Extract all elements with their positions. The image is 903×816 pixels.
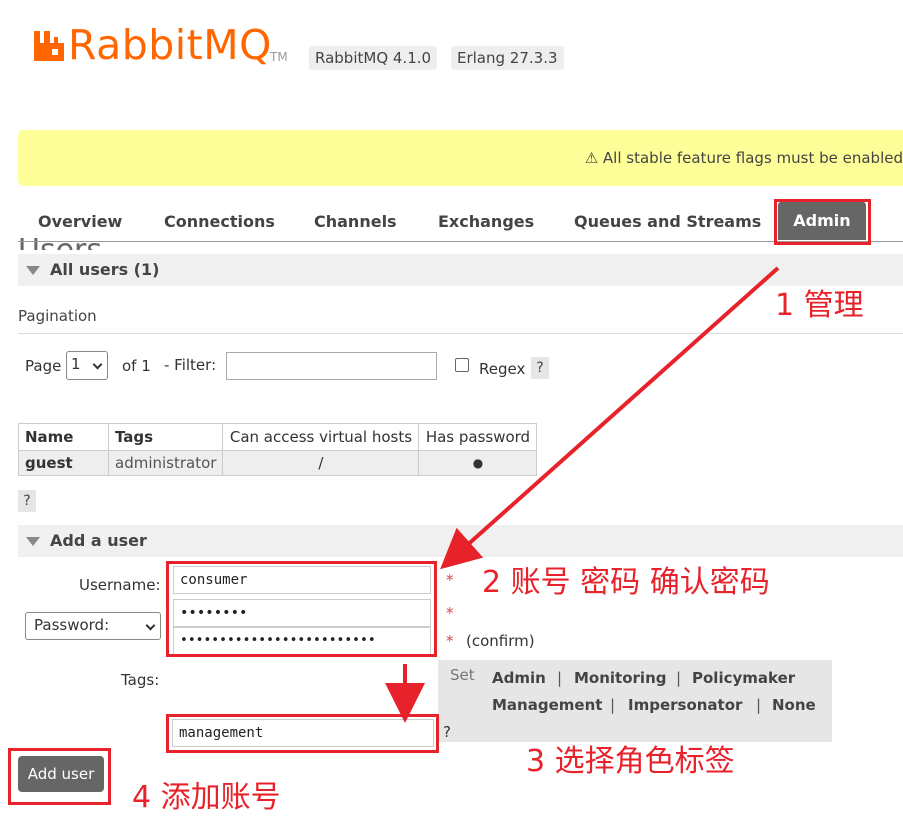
annotation-step2: 2 账号 密码 确认密码: [482, 565, 770, 600]
annotation-arrows: [385, 266, 780, 723]
annotation-step1: 1 管理: [775, 288, 864, 323]
annotation-step3: 3 选择角色标签: [526, 744, 735, 779]
arrow-step1-to-step2: [440, 266, 780, 570]
annotation-step4: 4 添加账号: [132, 780, 281, 815]
